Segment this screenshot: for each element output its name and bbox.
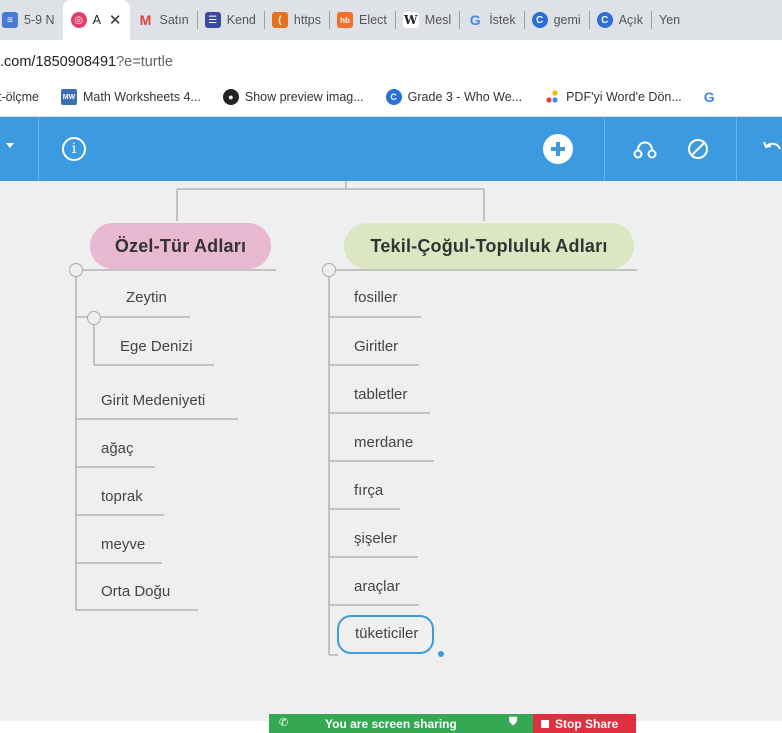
- tab-elect[interactable]: hb Elect: [329, 0, 395, 40]
- close-icon[interactable]: ✕: [109, 11, 122, 29]
- mindmap-node[interactable]: fosiller: [354, 289, 397, 306]
- url-query: ?e=turtle: [116, 54, 173, 70]
- collapse-toggle[interactable]: [87, 311, 101, 325]
- bookmark-label: t-ölçme: [0, 90, 39, 104]
- mindmap-node[interactable]: Orta Doğu: [101, 583, 170, 600]
- bookmark-olcme[interactable]: t-ölçme: [0, 90, 39, 104]
- bookmarks-bar: t-ölçme MW Math Worksheets 4... ● Show p…: [0, 78, 782, 117]
- mindmap-node[interactable]: ağaç: [101, 440, 134, 457]
- selected-mindmap-node[interactable]: tüketiciler: [337, 615, 435, 654]
- add-node-button[interactable]: [543, 134, 573, 164]
- screen-share-bar: ✆ You are screen sharing ⛊ Stop Share: [269, 714, 636, 733]
- bookmark-label: PDF'yi Word'e Dön...: [566, 90, 682, 104]
- mindmap-node[interactable]: toprak: [101, 488, 143, 505]
- chrome-c-icon: C: [385, 89, 402, 105]
- chrome-c-icon: C: [596, 12, 613, 28]
- undo-icon[interactable]: [762, 137, 782, 166]
- tab-gemi[interactable]: C gemi: [523, 0, 589, 40]
- bookmark-grade3[interactable]: C Grade 3 - Who We...: [385, 89, 523, 105]
- toolbar-divider: [736, 117, 737, 181]
- dots-icon: [544, 89, 560, 105]
- tab-istek[interactable]: G İstek: [459, 0, 523, 40]
- bookmark-math-worksheets[interactable]: MW Math Worksheets 4...: [60, 89, 201, 105]
- tab-gmail[interactable]: M Satın: [130, 0, 197, 40]
- tab-label: Açık: [618, 13, 644, 27]
- address-bar[interactable]: .com/1850908491?e=turtle: [0, 40, 782, 78]
- mw-icon: MW: [60, 89, 77, 105]
- forms-icon: ☰: [204, 12, 221, 28]
- tab-https[interactable]: ( https: [263, 0, 329, 40]
- right-root-node[interactable]: Tekil-Çoğul-Topluluk Adları: [344, 223, 634, 269]
- phone-icon: ✆: [279, 717, 289, 729]
- chevron-down-icon[interactable]: [6, 143, 14, 148]
- bookmark-g[interactable]: G: [704, 89, 715, 105]
- bookmark-label: G: [703, 89, 715, 105]
- toolbar-divider: [38, 117, 39, 181]
- mindmap-node[interactable]: Zeytin: [126, 289, 167, 306]
- app-icon: ◎: [70, 12, 87, 28]
- left-root-node[interactable]: Özel-Tür Adları: [90, 223, 271, 269]
- bookmark-pdf-word[interactable]: PDF'yi Word'e Dön...: [544, 89, 682, 105]
- tab-label: Mesl: [424, 13, 452, 27]
- stop-icon: [541, 719, 549, 728]
- bookmark-label: Grade 3 - Who We...: [407, 90, 523, 104]
- mindmap-node[interactable]: Giritler: [354, 338, 398, 355]
- bookmark-label: Math Worksheets 4...: [82, 90, 201, 104]
- tab-mesl[interactable]: W Mesl: [394, 0, 459, 40]
- gmail-icon: M: [139, 12, 152, 28]
- disable-icon[interactable]: [686, 137, 710, 166]
- w-icon: W: [402, 12, 419, 28]
- mindmap-node[interactable]: meyve: [101, 536, 145, 553]
- browser-tab-strip: ≡ 5-9 N ◎ A ✕ M Satın ☰ Kend ( https hb …: [0, 0, 782, 40]
- tab-acik[interactable]: C Açık: [588, 0, 651, 40]
- mindmap-node[interactable]: Ege Denizi: [120, 338, 193, 355]
- tab-label: https: [293, 13, 321, 27]
- mindmap-node[interactable]: merdane: [354, 434, 413, 451]
- mindmap-node[interactable]: Girit Medeniyeti: [101, 392, 205, 409]
- tab-label: İstek: [489, 13, 516, 27]
- app-toolbar: i: [0, 117, 782, 181]
- mindmap-canvas[interactable]: Özel-Tür Adları Tekil-Çoğul-Topluluk Adl…: [0, 181, 782, 721]
- connect-icon[interactable]: [632, 137, 658, 166]
- collapse-toggle[interactable]: [322, 263, 336, 277]
- tab-label: gemi: [553, 13, 581, 27]
- tab-label: Elect: [359, 13, 387, 27]
- tab-active[interactable]: ◎ A ✕: [62, 0, 130, 40]
- bookmark-label: Show preview imag...: [244, 90, 364, 104]
- url-host: .com/1850908491: [0, 54, 117, 70]
- tab-new[interactable]: Yen: [651, 0, 688, 40]
- tab-label: Satın: [159, 13, 189, 27]
- mindmap-node[interactable]: araçlar: [354, 578, 400, 595]
- tab-label: Kend: [226, 13, 256, 27]
- mindmap-node[interactable]: fırça: [354, 482, 383, 499]
- hb-icon: hb: [337, 12, 353, 28]
- doc-icon: ≡: [2, 12, 18, 28]
- bookmark-show-preview[interactable]: ● Show preview imag...: [222, 89, 364, 105]
- toolbar-divider: [604, 117, 605, 181]
- mindmap-node[interactable]: tabletler: [354, 386, 407, 403]
- share-status: ✆ You are screen sharing ⛊: [269, 714, 533, 733]
- github-icon: ●: [222, 89, 239, 105]
- stop-share-button[interactable]: Stop Share: [533, 714, 636, 733]
- google-icon: G: [469, 12, 481, 28]
- chrome-c-icon: C: [531, 12, 548, 28]
- tab-5-9[interactable]: ≡ 5-9 N: [0, 0, 63, 40]
- info-icon[interactable]: i: [62, 137, 86, 161]
- share-message: You are screen sharing: [325, 716, 457, 731]
- tab-forms[interactable]: ☰ Kend: [196, 0, 264, 40]
- stop-share-label: Stop Share: [555, 716, 619, 731]
- tab-label: 5-9 N: [24, 13, 55, 27]
- mindmap-node[interactable]: şişeler: [354, 530, 397, 547]
- tab-label: Yen: [659, 13, 681, 27]
- tab-label: A: [92, 13, 101, 27]
- collapse-toggle[interactable]: [69, 263, 83, 277]
- shield-icon: ⛊: [509, 716, 518, 728]
- page-icon: (: [271, 12, 288, 28]
